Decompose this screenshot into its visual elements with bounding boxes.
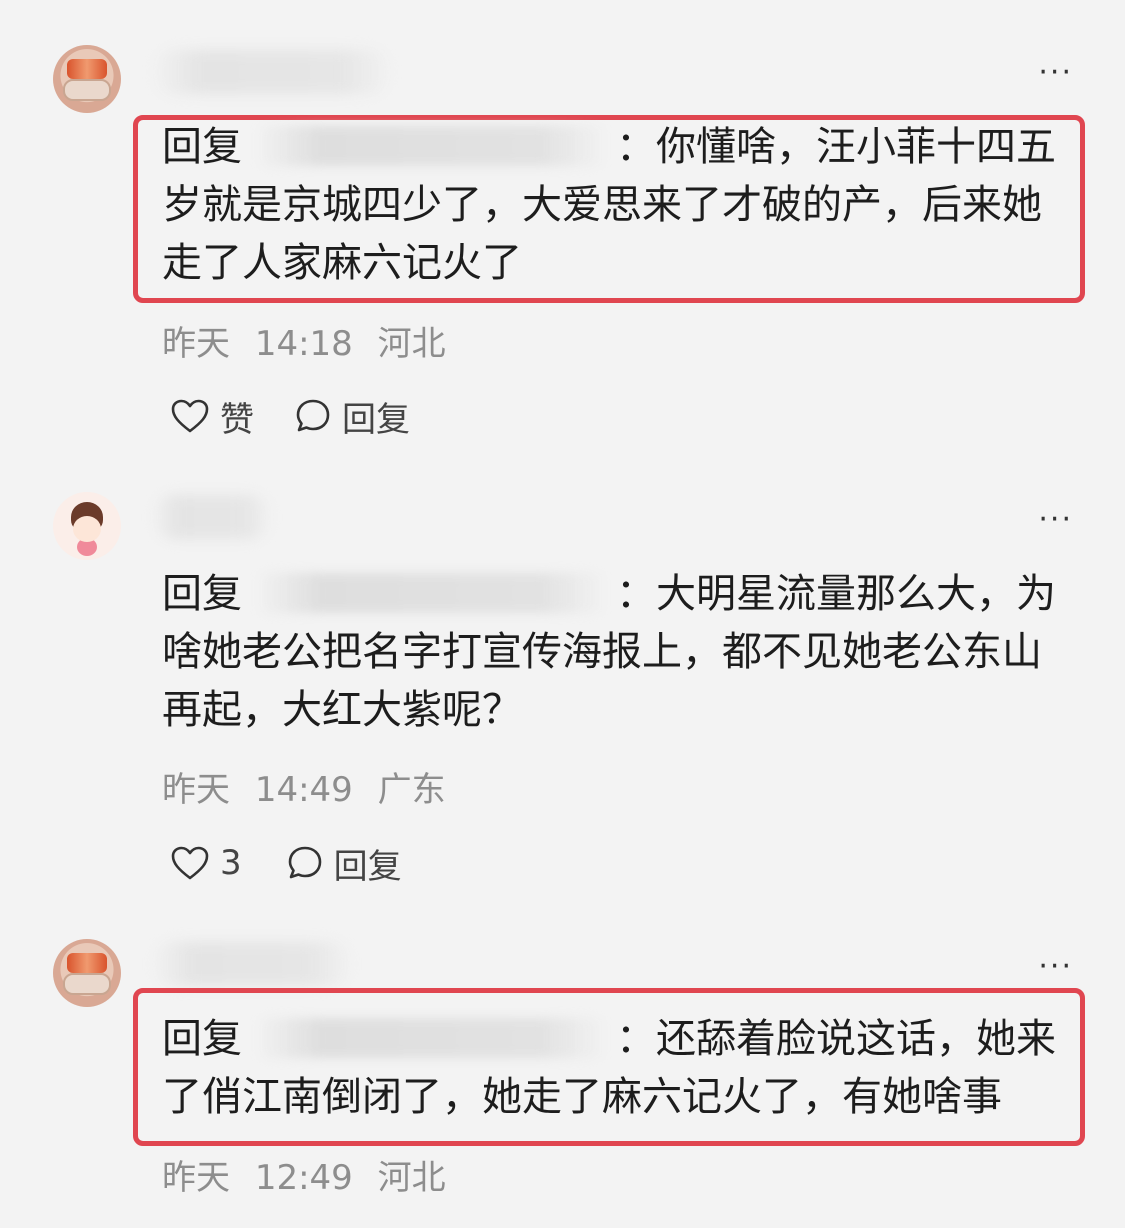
comment-text: 回复 ：你懂啥，汪小菲十四五岁就是京城四少了，大爱思来了才破的产，后来她走了人家麻… [162,124,1056,286]
like-button[interactable]: 3 [170,843,242,883]
comment-date: 昨天 [162,1158,230,1198]
reply-button[interactable]: 回复 [294,392,410,441]
heart-icon [171,399,209,433]
comment-time: 12:49 [254,1158,353,1198]
reply-prefix: 回复 [162,1016,242,1062]
comment-date: 昨天 [162,770,230,810]
comment-text: 回复 ：大明星流量那么大，为啥她老公把名字打宣传海报上，都不见她老公东山再起，大红… [162,571,1056,733]
chat-bubble-icon [296,399,330,432]
username-blurred[interactable] [152,50,392,94]
comment-date: 昨天 [162,324,230,364]
reply-prefix: 回复 [162,571,242,617]
more-options-icon[interactable]: ··· [1038,505,1073,535]
replied-user-blurred[interactable] [256,126,606,166]
chat-bubble-icon [288,846,321,879]
username-blurred[interactable] [152,942,352,986]
reply-label: 回复 [333,846,402,887]
username-blurred[interactable] [152,495,272,539]
more-options-icon[interactable]: ··· [1038,952,1073,982]
heart-icon [171,846,209,880]
like-button[interactable]: 赞 [170,392,254,441]
comment-text: 回复 ：还舔着脸说这话，她来了俏江南倒闭了，她走了麻六记火了，有她啥事 [162,1016,1056,1120]
comment-meta: 昨天 12:49 河北 [162,1158,446,1198]
avatar[interactable] [53,939,121,1007]
avatar[interactable] [53,45,121,113]
comment-actions: 赞 回复 [170,392,410,441]
reply-button[interactable]: 回复 [286,839,402,888]
comment-location: 河北 [377,324,446,364]
more-options-icon[interactable]: ··· [1038,58,1073,88]
comment-actions: 3 回复 [170,839,402,888]
comment-meta: 昨天 14:18 河北 [162,324,446,364]
avatar[interactable] [53,492,121,560]
replied-user-blurred[interactable] [256,573,606,613]
like-label: 赞 [220,399,254,440]
comment-location: 河北 [377,1158,446,1198]
comment-time: 14:49 [254,770,353,810]
reply-label: 回复 [342,399,410,440]
reply-prefix: 回复 [162,124,242,170]
comment-location: 广东 [377,770,446,810]
like-count: 3 [220,843,242,883]
replied-user-blurred[interactable] [256,1018,606,1058]
comment-time: 14:18 [254,324,353,364]
comment-meta: 昨天 14:49 广东 [162,770,446,810]
